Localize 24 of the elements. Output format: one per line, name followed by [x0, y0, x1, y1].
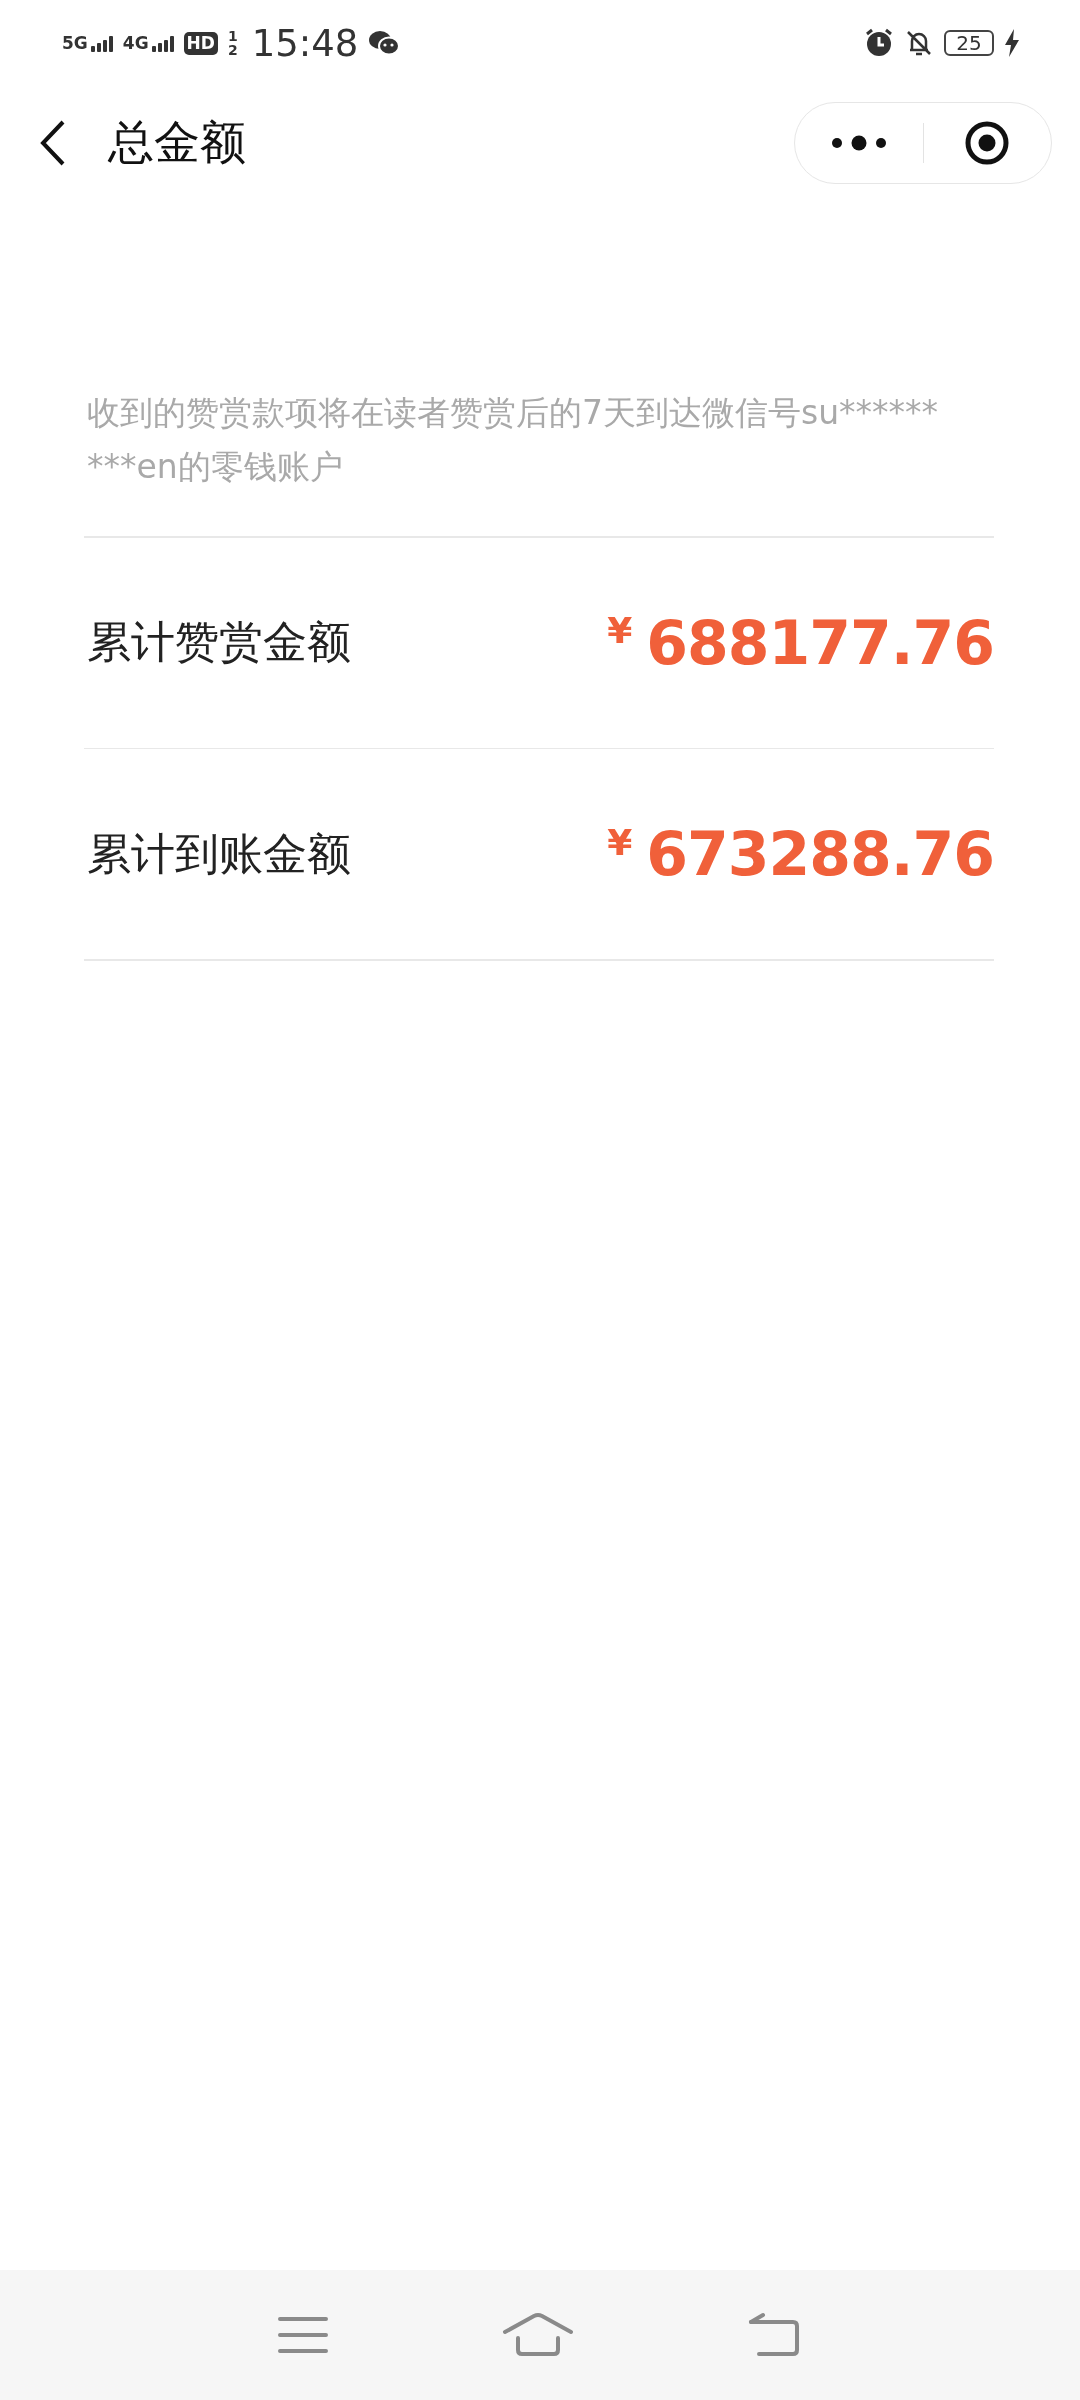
- alarm-icon: [864, 28, 894, 58]
- network-label: 4G: [122, 34, 149, 52]
- home-icon[interactable]: [502, 2312, 574, 2358]
- amount-value: 688177.76: [646, 607, 994, 678]
- back-icon[interactable]: [40, 120, 66, 166]
- signal-icon: [90, 35, 113, 52]
- currency-sign: ¥: [607, 821, 633, 863]
- signal-icon: [151, 35, 174, 52]
- hd-label: HD: [183, 31, 218, 55]
- menu-icon[interactable]: [276, 2315, 329, 2355]
- chat-icon: [368, 29, 401, 57]
- close-target-icon[interactable]: [964, 120, 1011, 166]
- amount-label: 累计到账金额: [86, 826, 351, 881]
- amount-label: 累计赞赏金额: [86, 615, 351, 669]
- battery-level: 25: [944, 30, 994, 56]
- sim-label: 2: [227, 43, 238, 57]
- currency-sign: ¥: [607, 610, 633, 651]
- page-title: 总金额: [108, 114, 247, 171]
- status-time: 15:48: [251, 21, 359, 65]
- network-label: 5G: [62, 34, 88, 52]
- sim-label: 1: [227, 29, 238, 43]
- notice-text: 收到的赞赏款项将在读者赞赏后的7天到达微信号su*********en的零钱账户: [87, 392, 940, 488]
- more-icon[interactable]: [830, 135, 887, 151]
- amount-value: 673288.76: [646, 819, 994, 889]
